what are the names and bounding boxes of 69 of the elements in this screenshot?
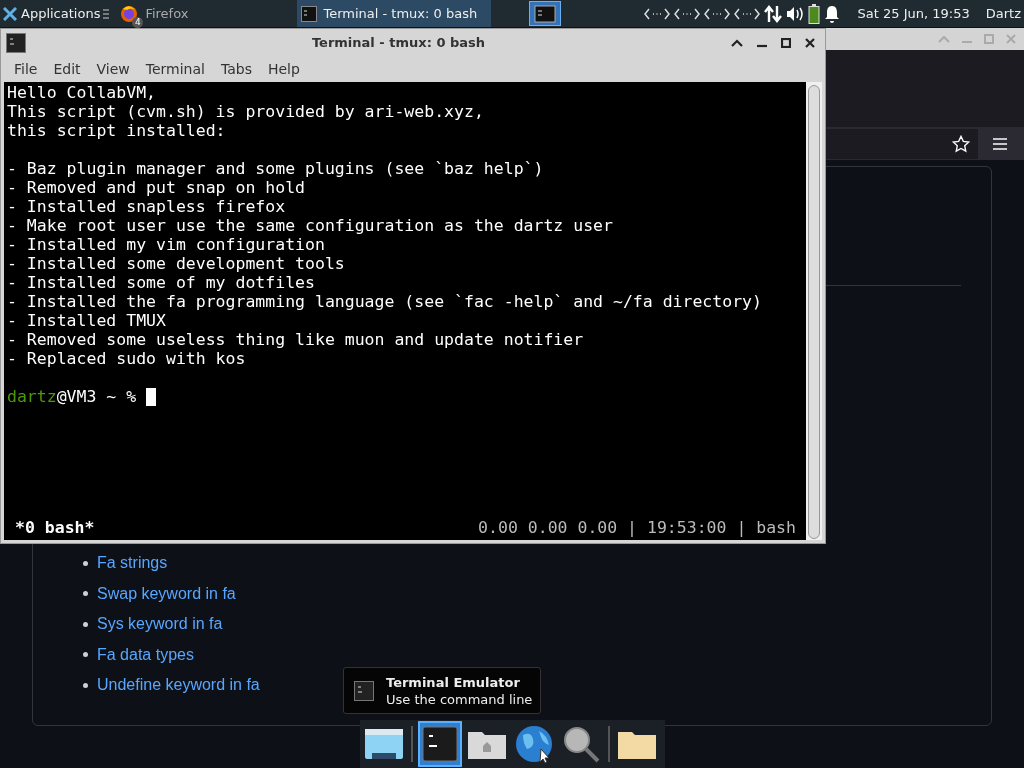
menu-icon[interactable]	[103, 7, 110, 20]
terminal-line: - Installed some development tools	[7, 254, 346, 273]
bullet-icon	[83, 652, 88, 658]
terminal-line: Hello CollabVM,	[7, 83, 157, 102]
terminal-line: - Make root user use the same configuration as the dartz user	[7, 216, 614, 235]
prompt-user: dartz	[7, 387, 57, 406]
tooltip-title: Terminal Emulator	[386, 673, 521, 691]
terminal-line: this script installed:	[7, 121, 227, 140]
dock-item[interactable]	[418, 721, 462, 767]
maximize-icon[interactable]	[781, 37, 791, 48]
scrollbar[interactable]	[806, 82, 822, 540]
tmux-window-label: *0 bash*	[15, 518, 95, 539]
terminal-icon	[422, 726, 458, 762]
bell-icon[interactable]	[823, 4, 840, 23]
star-icon[interactable]	[952, 134, 970, 153]
prompt-text: @VM3 ~ %	[56, 387, 137, 406]
article-link[interactable]: Fa data types	[97, 645, 194, 664]
menu-item[interactable]: Tabs	[212, 61, 260, 77]
article-link[interactable]: Undefine keyword in fa	[97, 676, 260, 695]
menu-item[interactable]: View	[88, 61, 138, 77]
terminal-icon	[354, 680, 374, 701]
user-name[interactable]: Dartz	[985, 6, 1021, 21]
article-link[interactable]: Sys keyword in fa	[97, 615, 223, 634]
network-icon[interactable]	[643, 6, 670, 21]
bullet-icon	[83, 682, 88, 688]
taskbar-button[interactable]: Terminal - tmux: 0 bash	[297, 0, 492, 27]
terminal-line: - Installed TMUX	[7, 311, 167, 330]
globe-icon	[515, 725, 553, 763]
terminal-line: - Installed my vim configuration	[7, 235, 326, 254]
menu-item[interactable]: Terminal	[137, 61, 213, 77]
menu-item[interactable]: Edit	[45, 61, 89, 77]
terminal-line: - Replaced sudo with kos	[7, 349, 247, 368]
window-icon	[364, 727, 404, 761]
network-icon[interactable]	[703, 6, 730, 21]
close-icon[interactable]	[805, 37, 815, 48]
bullet-icon	[83, 621, 88, 627]
terminal-icon	[301, 5, 318, 22]
terminal-line: This script (cvm.sh) is provided by ari-web.xyz,	[7, 102, 485, 121]
terminal-icon	[6, 32, 26, 53]
bullet-icon	[83, 591, 88, 597]
count-badge: 4	[132, 16, 144, 28]
x-logo-icon	[3, 6, 17, 21]
applications-menu[interactable]: Applications	[0, 0, 104, 27]
shade-icon[interactable]	[731, 38, 743, 47]
terminal-line: - Baz plugin manager and some plugins (see `baz help`)	[7, 159, 545, 178]
terminal-line: - Installed some of my dotfiles	[7, 273, 316, 292]
window-title: Terminal - tmux: 0 bash	[310, 35, 487, 50]
terminal-line: - Removed and put snap on hold	[7, 178, 306, 197]
taskbar-button[interactable]: 4 Firefox	[111, 0, 298, 27]
bullet-icon	[83, 560, 88, 566]
transfer-icon[interactable]	[763, 3, 782, 24]
terminal-line: - Removed some useless thing like muon and update notifier	[7, 330, 585, 349]
magnifier-icon	[561, 724, 601, 764]
terminal-line: - Installed snapless firefox	[7, 197, 287, 216]
battery-icon[interactable]	[807, 3, 820, 24]
tmux-status-info: 0.00 0.00 0.00 | 19:53:00 | bash	[478, 518, 796, 539]
tooltip-text: Use the command line	[386, 690, 533, 708]
browser-icon	[119, 3, 140, 24]
workspace-switcher[interactable]	[529, 1, 562, 26]
article-link[interactable]: Fa strings	[97, 554, 168, 573]
text-cursor	[146, 387, 157, 406]
network-icon[interactable]	[733, 6, 760, 21]
menu-item[interactable]: Help	[259, 61, 308, 77]
menu-item[interactable]: File	[6, 61, 46, 77]
network-icon[interactable]	[673, 6, 700, 21]
clock[interactable]: Sat 25 Jun, 19:53	[857, 6, 970, 21]
volume-icon[interactable]	[785, 5, 804, 22]
article-link[interactable]: Swap keyword in fa	[97, 584, 236, 603]
terminal-line: - Installed the fa programming language (see `fac -help` and ~/fa directory)	[7, 292, 763, 311]
